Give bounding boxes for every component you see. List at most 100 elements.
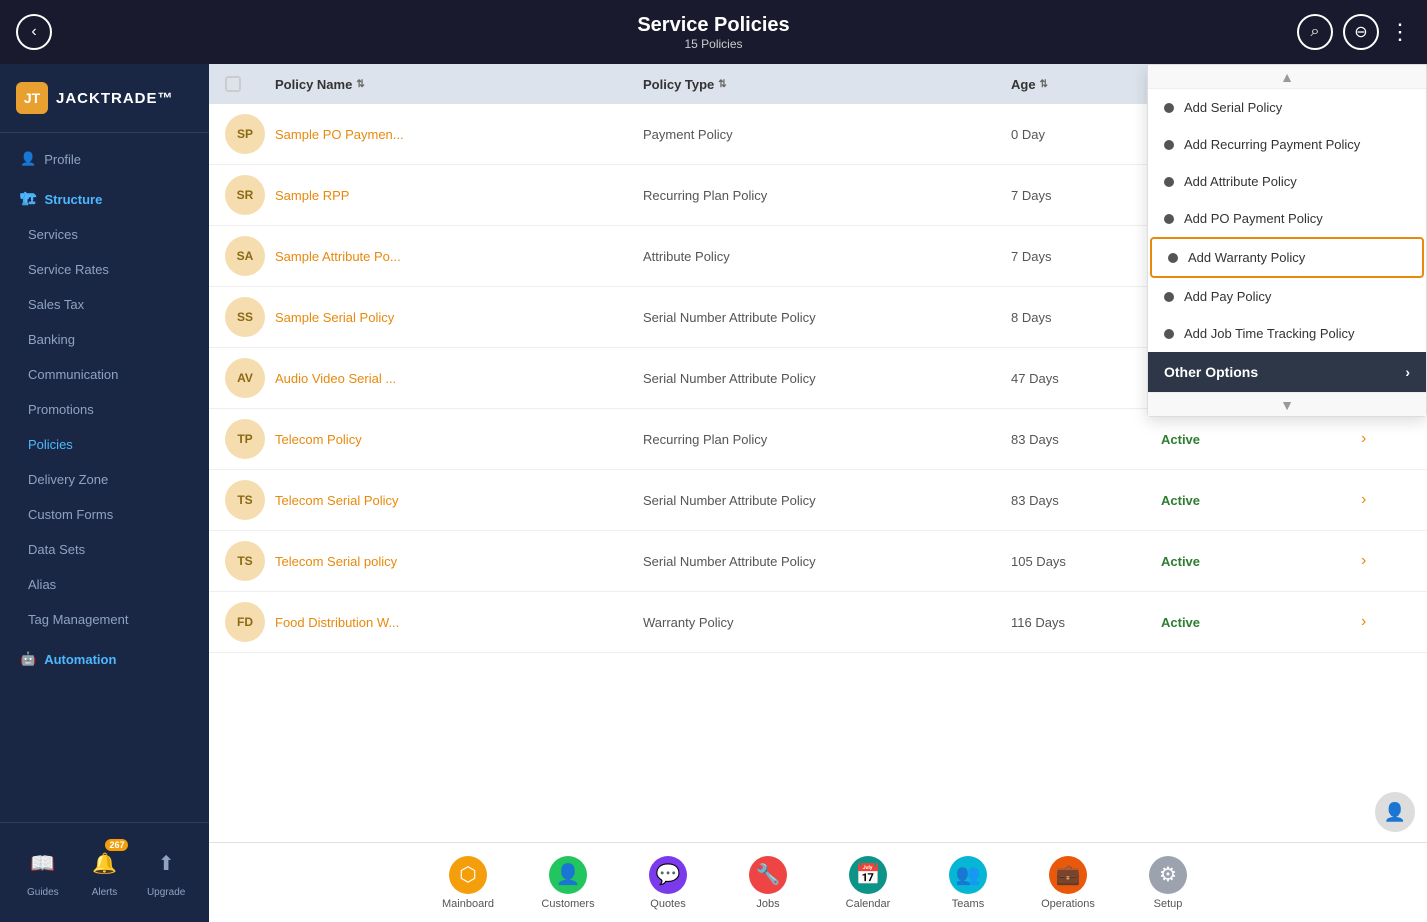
add-attribute-policy-item[interactable]: Add Attribute Policy [1148, 163, 1426, 200]
sidebar-label-policies: Policies [28, 437, 73, 452]
sidebar-item-profile[interactable]: 👤 Profile [0, 141, 209, 177]
menu-dot-icon [1164, 214, 1174, 224]
nav-operations[interactable]: 💼 Operations [1038, 856, 1098, 910]
policy-type-header[interactable]: Policy Type ⇅ [643, 77, 1011, 92]
sidebar-label-banking: Banking [28, 332, 75, 347]
sidebar-item-policies[interactable]: Policies [0, 427, 209, 462]
upgrade-label: Upgrade [147, 887, 185, 898]
nav-calendar[interactable]: 📅 Calendar [838, 856, 898, 910]
sidebar-bottom-icons: 📖 Guides 🔔 267 Alerts ⬆ Upgrade [0, 835, 209, 910]
status-cell: Active [1161, 493, 1361, 508]
customers-icon: 👤 [549, 856, 587, 894]
nav-jobs[interactable]: 🔧 Jobs [738, 856, 798, 910]
header: ‹ Service Policies 15 Policies ⌕ ⊖ ⋮ [0, 0, 1427, 64]
avatar: FD [225, 602, 265, 642]
scroll-down-indicator[interactable]: ▼ [1148, 392, 1426, 416]
select-all-checkbox[interactable] [225, 76, 241, 92]
dropdown-chevron-icon: › [1405, 364, 1410, 380]
menu-dot-icon [1164, 103, 1174, 113]
add-serial-policy-item[interactable]: Add Serial Policy [1148, 89, 1426, 126]
filter-button[interactable]: ⊖ [1343, 14, 1379, 50]
add-pay-policy-item[interactable]: Add Pay Policy [1148, 278, 1426, 315]
avatar: TS [225, 480, 265, 520]
other-options-button[interactable]: Other Options › [1148, 352, 1426, 392]
guides-button[interactable]: 📖 Guides [23, 843, 63, 898]
policy-type-label: Policy Type [643, 77, 714, 92]
add-recurring-payment-policy-item[interactable]: Add Recurring Payment Policy [1148, 126, 1426, 163]
sidebar-bottom: 📖 Guides 🔔 267 Alerts ⬆ Upgrade [0, 822, 209, 922]
add-po-payment-policy-item[interactable]: Add PO Payment Policy [1148, 200, 1426, 237]
teams-label: Teams [952, 898, 984, 910]
policy-name-cell[interactable]: Food Distribution W... [275, 615, 643, 630]
user-avatar[interactable]: 👤 [1375, 792, 1415, 832]
sidebar-item-alias[interactable]: Alias [0, 567, 209, 602]
menu-dot-icon [1164, 329, 1174, 339]
sidebar-label-automation: Automation [44, 652, 116, 667]
sidebar-label-tag-management: Tag Management [28, 612, 128, 627]
logo-icon: JT [16, 82, 48, 114]
avatar: TP [225, 419, 265, 459]
bottom-nav: ⬡ Mainboard 👤 Customers 💬 Quotes 🔧 Jobs … [209, 842, 1427, 922]
age-sort-icon: ⇅ [1040, 79, 1048, 90]
sidebar-label-service-rates: Service Rates [28, 262, 109, 277]
more-options-button[interactable]: ⋮ [1389, 19, 1411, 45]
structure-icon: 🏗 [20, 191, 37, 207]
policy-name-cell[interactable]: Sample RPP [275, 188, 643, 203]
nav-mainboard[interactable]: ⬡ Mainboard [438, 856, 498, 910]
customers-label: Customers [541, 898, 594, 910]
age-cell: 116 Days [1011, 615, 1161, 630]
status-cell: Active [1161, 432, 1361, 447]
sidebar-section-structure[interactable]: 🏗 Structure [0, 177, 209, 217]
automation-icon: 🤖 [20, 651, 36, 667]
back-button[interactable]: ‹ [16, 14, 52, 50]
alerts-label: Alerts [92, 887, 118, 898]
sidebar-nav: 👤 Profile 🏗 Structure Services Service R… [0, 133, 209, 822]
table-row: FD Food Distribution W... Warranty Polic… [209, 592, 1427, 653]
sidebar-item-promotions[interactable]: Promotions [0, 392, 209, 427]
policy-name-cell[interactable]: Telecom Policy [275, 432, 643, 447]
avatar: SS [225, 297, 265, 337]
sidebar-item-tag-management[interactable]: Tag Management [0, 602, 209, 637]
policy-name-cell[interactable]: Telecom Serial Policy [275, 493, 643, 508]
page-title: Service Policies [637, 14, 789, 37]
sidebar-section-automation[interactable]: 🤖 Automation [0, 637, 209, 677]
policy-type-cell: Warranty Policy [643, 615, 1011, 630]
age-cell: 7 Days [1011, 249, 1161, 264]
upgrade-button[interactable]: ⬆ Upgrade [146, 843, 186, 898]
sidebar-item-delivery-zone[interactable]: Delivery Zone [0, 462, 209, 497]
sidebar-item-data-sets[interactable]: Data Sets [0, 532, 209, 567]
sidebar-item-banking[interactable]: Banking [0, 322, 209, 357]
age-header[interactable]: Age ⇅ [1011, 77, 1161, 92]
policy-name-cell[interactable]: Sample Attribute Po... [275, 249, 643, 264]
add-warranty-policy-item[interactable]: Add Warranty Policy [1150, 237, 1424, 278]
add-job-time-tracking-policy-item[interactable]: Add Job Time Tracking Policy [1148, 315, 1426, 352]
sidebar-label-data-sets: Data Sets [28, 542, 85, 557]
sidebar-item-service-rates[interactable]: Service Rates [0, 252, 209, 287]
policy-name-header[interactable]: Policy Name ⇅ [275, 77, 643, 92]
chevron-icon[interactable]: › [1361, 613, 1411, 631]
quotes-label: Quotes [650, 898, 685, 910]
nav-quotes[interactable]: 💬 Quotes [638, 856, 698, 910]
search-button[interactable]: ⌕ [1297, 14, 1333, 50]
nav-customers[interactable]: 👤 Customers [538, 856, 598, 910]
sidebar-label-services: Services [28, 227, 78, 242]
policy-name-cell[interactable]: Telecom Serial policy [275, 554, 643, 569]
sidebar-label-structure: Structure [45, 192, 103, 207]
sidebar-label-alias: Alias [28, 577, 56, 592]
policy-name-cell[interactable]: Sample Serial Policy [275, 310, 643, 325]
policy-name-cell[interactable]: Sample PO Paymen... [275, 127, 643, 142]
logo-text: JACKTRADE™ [56, 90, 174, 107]
scroll-up-indicator[interactable]: ▲ [1148, 65, 1426, 89]
nav-setup[interactable]: ⚙ Setup [1138, 856, 1198, 910]
chevron-icon[interactable]: › [1361, 430, 1411, 448]
alerts-button[interactable]: 🔔 267 Alerts [84, 843, 124, 898]
chevron-icon[interactable]: › [1361, 552, 1411, 570]
chevron-icon[interactable]: › [1361, 491, 1411, 509]
sidebar-item-communication[interactable]: Communication [0, 357, 209, 392]
sidebar-item-services[interactable]: Services [0, 217, 209, 252]
sidebar-item-sales-tax[interactable]: Sales Tax [0, 287, 209, 322]
age-cell: 47 Days [1011, 371, 1161, 386]
sidebar-item-custom-forms[interactable]: Custom Forms [0, 497, 209, 532]
policy-name-cell[interactable]: Audio Video Serial ... [275, 371, 643, 386]
nav-teams[interactable]: 👥 Teams [938, 856, 998, 910]
